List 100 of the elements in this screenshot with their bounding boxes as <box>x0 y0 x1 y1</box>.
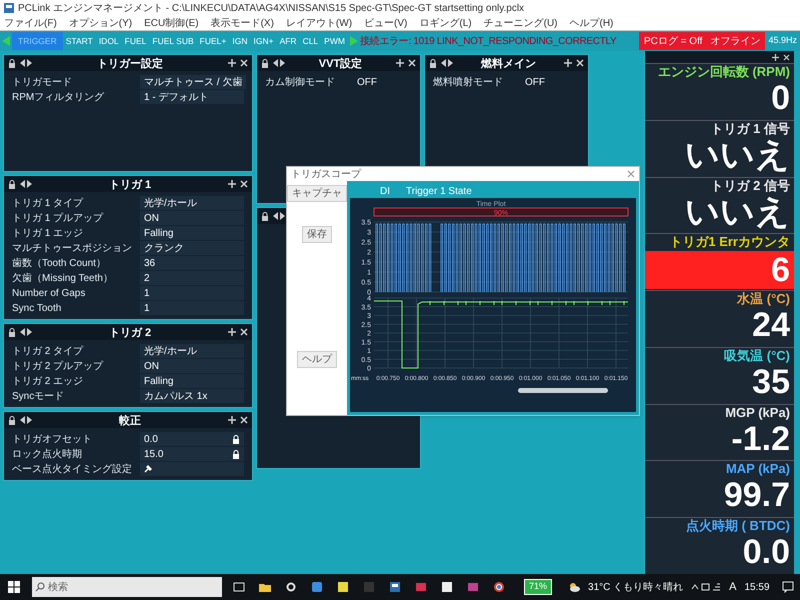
value-text: 1 - デフォルト <box>144 90 210 104</box>
close-icon <box>240 328 248 336</box>
panel-title: 燃料メイン <box>481 58 536 70</box>
setting-value[interactable]: Falling <box>140 226 244 240</box>
lock-icon <box>429 58 437 68</box>
setting-value[interactable]: ON <box>140 211 244 225</box>
value-text: 2 <box>144 272 151 286</box>
setting-value[interactable]: Falling <box>140 374 244 388</box>
menu-item[interactable]: ロギング(L) <box>419 16 472 30</box>
gear-icon[interactable] <box>285 581 297 593</box>
close-icon <box>783 54 790 60</box>
menu-item[interactable]: チューニング(U) <box>484 16 558 30</box>
gauge-value: いいえ <box>684 136 790 174</box>
setting-value[interactable]: 1 - デフォルト <box>140 90 244 104</box>
setting-value[interactable]: OFF <box>353 75 412 89</box>
menu-item[interactable]: ビュー(V) <box>364 16 408 30</box>
menu-item[interactable]: ECU制御(E) <box>144 16 199 30</box>
pin-icon <box>228 180 236 188</box>
value-text: ON <box>144 212 160 226</box>
right-arrow-icon <box>350 36 358 46</box>
setting-label: トリガ 1 タイプ <box>12 196 84 210</box>
setting-value[interactable]: OFF <box>521 75 580 89</box>
menu-item[interactable]: 表示モード(X) <box>210 16 274 30</box>
setting-label: Number of Gaps <box>12 286 86 300</box>
setting-value[interactable]: 0.0 <box>140 432 244 446</box>
lock-icon <box>261 212 269 220</box>
setting-label: トリガ 1 エッジ <box>12 226 84 240</box>
scope-button[interactable]: キャプチャ <box>287 185 347 202</box>
app-icon[interactable] <box>441 581 453 593</box>
lock-icon <box>8 180 16 188</box>
value-text: 光学/ホール <box>144 196 198 210</box>
menu-item[interactable]: ファイル(F) <box>4 16 57 30</box>
windows-icon <box>8 581 20 593</box>
gauge-label: トリガ1 Errカウンタ <box>668 234 790 250</box>
task-view-icon[interactable] <box>233 581 245 593</box>
browser-icon[interactable] <box>493 581 505 593</box>
pin-icon <box>772 54 779 60</box>
lock-icon <box>232 434 240 444</box>
menu-item[interactable]: オプション(Y) <box>68 16 132 30</box>
lock-icon <box>8 58 16 68</box>
arrows-icon <box>273 212 285 220</box>
value-text: Falling <box>144 226 174 240</box>
setting-label: 燃料噴射モード <box>433 76 504 90</box>
setting-label: RPMフィルタリング <box>12 90 106 104</box>
app-icon[interactable] <box>389 581 401 593</box>
arrows-icon <box>20 59 32 67</box>
setting-value[interactable]: カムパルス 1x <box>140 389 244 403</box>
gauge-value: 0.0 <box>742 533 790 572</box>
scope-button[interactable]: 保存 <box>302 226 332 243</box>
clock: 15:59 <box>744 580 770 594</box>
value-text: 15.0 <box>144 448 164 462</box>
scope-button[interactable]: ヘルプ <box>297 351 337 368</box>
value-text: ON <box>144 360 160 374</box>
log-status: PCログ = Off <box>644 34 702 48</box>
panel-title: VVT設定 <box>318 58 362 70</box>
gauge-label: トリガ 2 信号 <box>710 178 790 193</box>
setting-value[interactable]: 1 <box>140 301 244 315</box>
close-icon <box>240 416 248 424</box>
notification-icon <box>782 581 794 593</box>
setting-label: 歯数（Tooth Count） <box>12 256 107 270</box>
value-text: Falling <box>144 374 174 388</box>
panel-title: トリガ 2 <box>108 327 152 339</box>
left-arrow-icon <box>2 36 10 46</box>
gauge-label: MAP (kPa) <box>724 461 790 476</box>
close-icon <box>408 59 416 67</box>
menu-item[interactable]: ヘルプ(H) <box>570 16 614 30</box>
setting-label: ロック点火時期 <box>12 448 83 462</box>
value-text: カムパルス 1x <box>144 390 208 404</box>
pin-icon <box>228 328 236 336</box>
setting-label: ベース点火タイミング設定 <box>12 462 133 476</box>
search-field[interactable]: 検索 <box>32 577 222 597</box>
connection-status: オフライン <box>710 34 760 48</box>
pin-icon <box>396 59 404 67</box>
setting-label: Sync Tooth <box>12 302 62 316</box>
setting-value[interactable]: 36 <box>140 256 244 270</box>
setting-value[interactable]: ON <box>140 359 244 373</box>
gauge-value: 35 <box>751 362 790 401</box>
gauge-value: いいえ <box>684 192 790 231</box>
setting-value[interactable]: 15.0 <box>140 447 244 461</box>
folder-icon[interactable] <box>259 581 271 593</box>
setting-value[interactable]: クランク <box>140 241 244 255</box>
pin-icon <box>228 59 236 67</box>
search-icon <box>35 582 45 592</box>
value-text: 1 <box>144 286 151 300</box>
refresh-rate: 45.9Hz <box>767 34 798 48</box>
setting-value[interactable]: 光学/ホール <box>140 196 244 210</box>
input-method[interactable]: A <box>729 578 736 596</box>
error-message: 接続エラー: 1019 LINK_NOT_RESPONDING_CORRECTLY <box>360 34 616 48</box>
menu-item[interactable]: レイアウト(W) <box>286 16 352 30</box>
setting-value[interactable]: 2 <box>140 271 244 285</box>
weather-text: 31°C くもり時々晴れ <box>588 580 684 594</box>
setting-value[interactable]: 1 <box>140 286 244 300</box>
gauge-label: 水温 (°C) <box>736 291 790 306</box>
lock-icon <box>8 416 16 424</box>
lock-icon <box>261 58 269 68</box>
setting-value[interactable]: 光学/ホール <box>140 344 244 358</box>
window-title: トリガスコープ <box>291 168 362 182</box>
app-icon[interactable] <box>337 581 349 593</box>
setting-label: 欠歯（Missing Teeth） <box>12 272 114 286</box>
pin-icon <box>228 416 236 424</box>
